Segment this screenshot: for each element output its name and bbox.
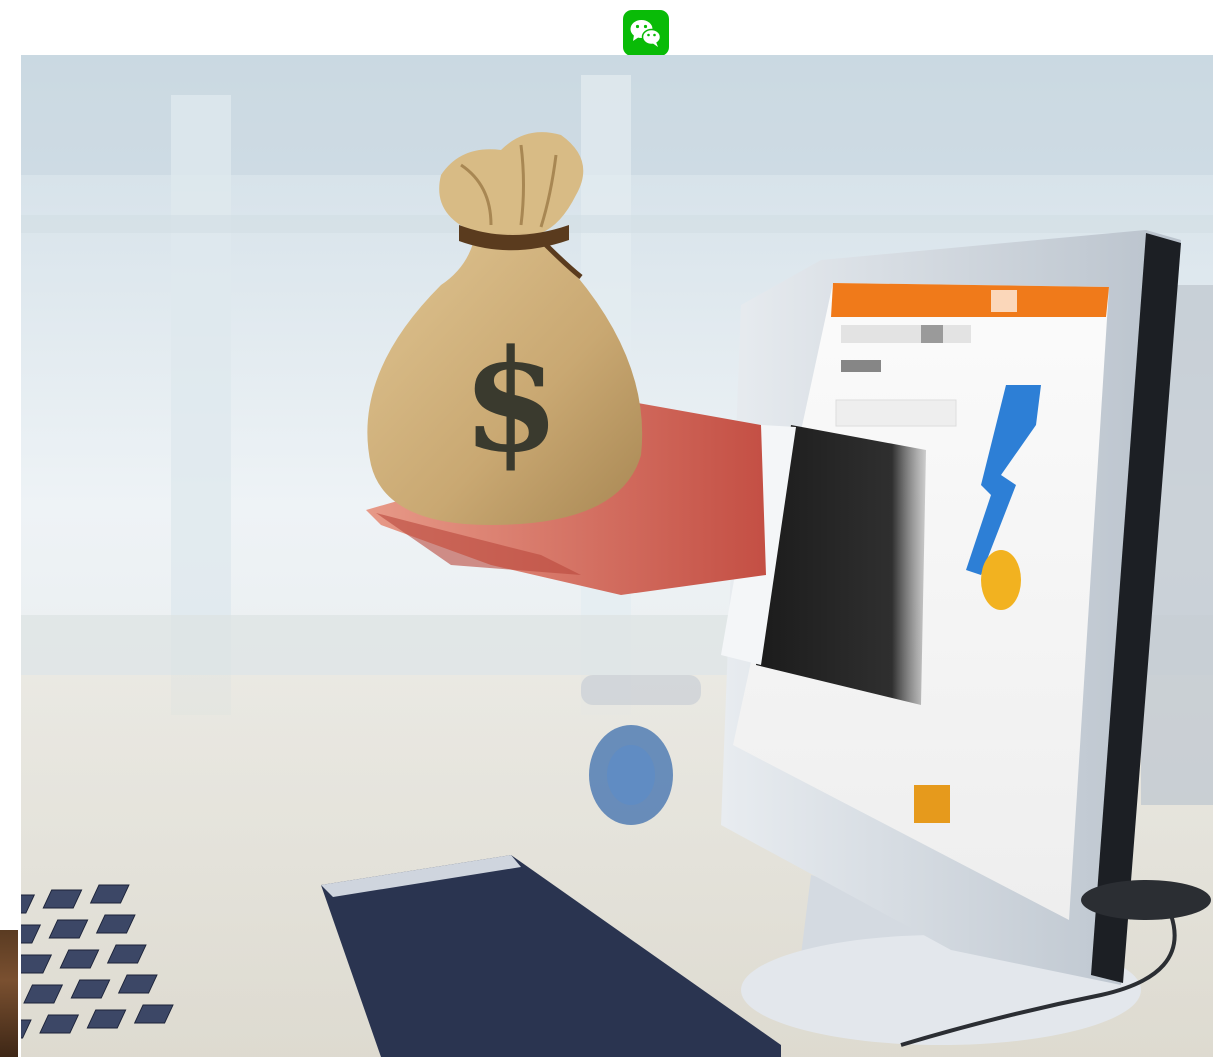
wechat-icon[interactable] bbox=[623, 10, 669, 56]
svg-text:$: $ bbox=[462, 320, 559, 484]
money-bag-photo: $ bbox=[21, 55, 1213, 1057]
adjacent-photo-edge bbox=[0, 930, 18, 1057]
page: $ bbox=[0, 0, 1213, 1057]
